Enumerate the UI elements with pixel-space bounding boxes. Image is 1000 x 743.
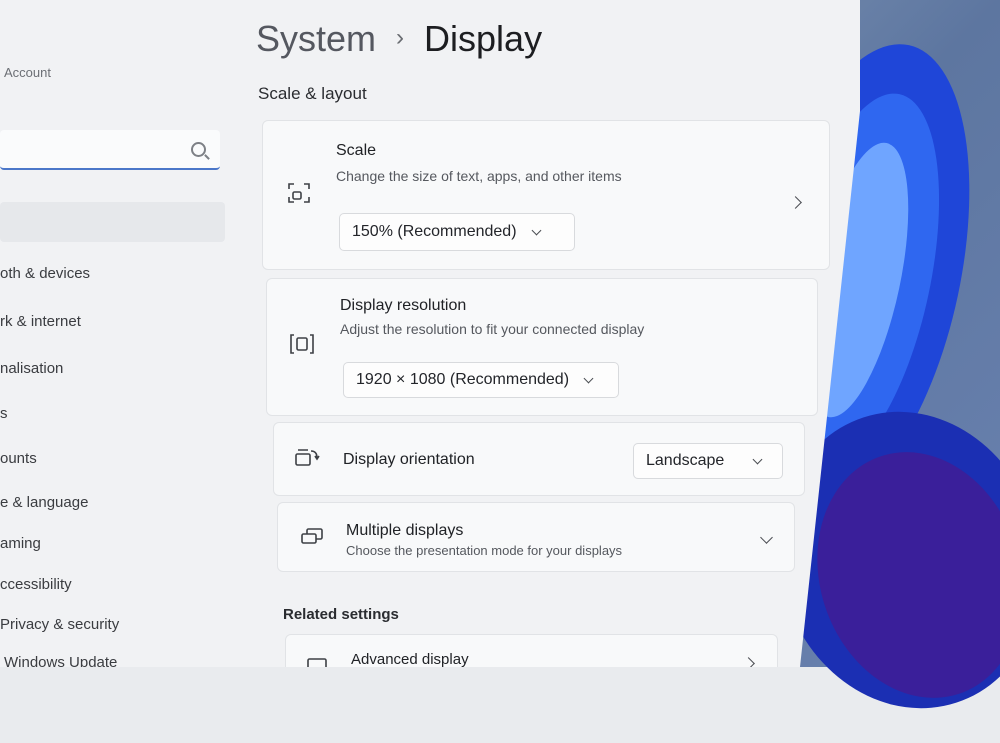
resolution-title: Display resolution: [340, 297, 467, 314]
sidebar-item-time-language[interactable]: e & language: [0, 494, 88, 511]
multiple-displays-card[interactable]: Multiple displays Choose the presentatio…: [277, 502, 795, 572]
chevron-right-icon[interactable]: [742, 657, 755, 667]
orientation-dropdown[interactable]: Landscape: [633, 443, 783, 479]
multiple-displays-icon: [301, 528, 323, 544]
chevron-down-icon: [752, 454, 763, 464]
breadcrumb-separator: ›: [396, 24, 405, 51]
scale-value: 150% (Recommended): [352, 223, 517, 240]
sidebar-item-accounts[interactable]: ounts: [0, 450, 37, 467]
search-icon[interactable]: [191, 142, 206, 157]
sidebar-item-privacy[interactable]: Privacy & security: [0, 616, 119, 633]
scale-description: Change the size of text, apps, and other…: [336, 168, 622, 184]
sidebar-item-apps[interactable]: s: [0, 405, 8, 422]
orientation-value: Landscape: [646, 452, 725, 469]
sidebar-item-network[interactable]: rk & internet: [0, 313, 81, 330]
advanced-display-card[interactable]: Advanced display: [285, 634, 778, 668]
chevron-right-icon[interactable]: [789, 196, 802, 209]
orientation-title: Display orientation: [343, 451, 475, 468]
orientation-card: Display orientation Landscape: [273, 422, 805, 496]
account-label: Account: [4, 65, 51, 80]
scale-icon: [288, 183, 310, 203]
sidebar-item-gaming[interactable]: aming: [0, 535, 41, 552]
sidebar-item-bluetooth[interactable]: oth & devices: [0, 265, 90, 282]
sidebar-item-system[interactable]: [0, 202, 225, 242]
chevron-down-icon: [583, 373, 594, 383]
resolution-icon: [290, 334, 314, 354]
scale-dropdown[interactable]: 150% (Recommended): [339, 213, 575, 251]
multiple-displays-title: Multiple displays: [346, 522, 464, 539]
scale-card[interactable]: Scale Change the size of text, apps, and…: [262, 120, 830, 270]
multiple-displays-description: Choose the presentation mode for your di…: [346, 543, 623, 558]
related-settings-title: Related settings: [283, 606, 399, 623]
advanced-display-title: Advanced display: [351, 651, 469, 668]
resolution-value: 1920 × 1080 (Recommended): [356, 371, 570, 388]
breadcrumb-parent[interactable]: System: [256, 18, 376, 59]
section-title: Scale & layout: [258, 84, 367, 103]
settings-window: Account oth & devices rk & internet nali…: [0, 0, 860, 667]
breadcrumb: System › Display: [256, 18, 542, 60]
sidebar-item-windows-update[interactable]: Windows Update: [4, 654, 117, 667]
resolution-description: Adjust the resolution to fit your connec…: [340, 321, 645, 337]
orientation-icon: [295, 449, 320, 466]
resolution-dropdown[interactable]: 1920 × 1080 (Recommended): [343, 362, 619, 398]
sidebar-item-personalisation[interactable]: nalisation: [0, 360, 63, 377]
resolution-card[interactable]: Display resolution Adjust the resolution…: [266, 278, 818, 416]
page-title: Display: [424, 18, 543, 59]
chevron-down-icon[interactable]: [760, 531, 773, 544]
chevron-down-icon: [531, 225, 541, 235]
scale-title: Scale: [336, 142, 377, 159]
sidebar-item-accessibility[interactable]: ccessibility: [0, 576, 72, 593]
search-input[interactable]: [0, 130, 220, 170]
monitor-icon: [307, 658, 327, 667]
sidebar: Account oth & devices rk & internet nali…: [0, 0, 240, 667]
